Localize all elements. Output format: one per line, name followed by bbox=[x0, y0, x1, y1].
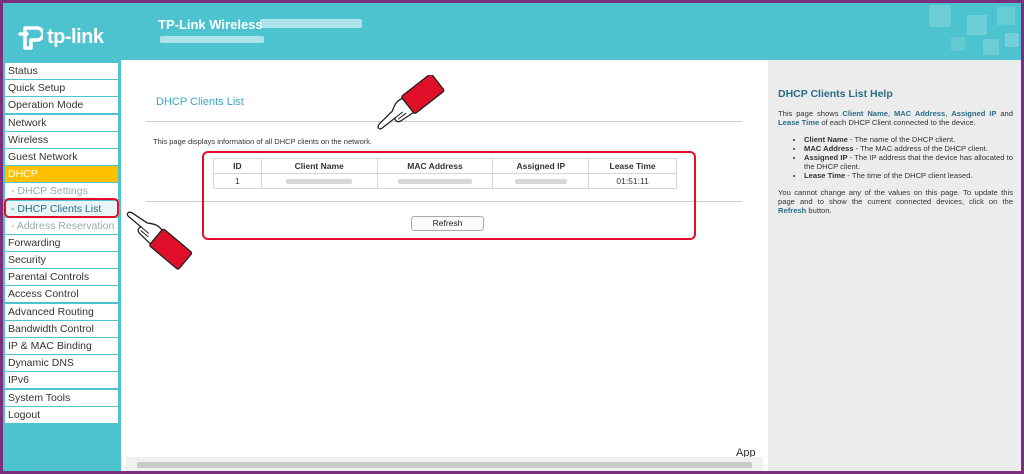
router-admin-window: tp-link TP-Link Wireless Status Quick Se… bbox=[3, 3, 1021, 471]
help-bullet: Assigned IP - The IP address that the de… bbox=[804, 153, 1013, 171]
sidebar-item-quick-setup[interactable]: Quick Setup bbox=[5, 80, 118, 97]
sidebar-item-address-reservation[interactable]: - Address Reservation bbox=[5, 217, 118, 234]
sidebar-item-security[interactable]: Security bbox=[5, 252, 118, 269]
help-term: Assigned IP bbox=[951, 109, 997, 118]
table-highlight bbox=[202, 151, 696, 240]
sidebar-item-dhcp-settings[interactable]: - DHCP Settings bbox=[5, 183, 118, 200]
help-pane: DHCP Clients List Help This page shows C… bbox=[768, 60, 1021, 471]
help-term: Lease Time bbox=[778, 118, 820, 127]
help-intro-text: This page shows bbox=[778, 109, 843, 118]
page-description: This page displays information of all DH… bbox=[153, 137, 373, 146]
help-term: Client Name bbox=[842, 109, 888, 118]
sidebar-item-system-tools[interactable]: System Tools bbox=[5, 389, 118, 406]
help-bullet-text: - The name of the DHCP client. bbox=[847, 135, 956, 144]
help-term: MAC Address bbox=[893, 109, 946, 118]
header-decoration bbox=[929, 5, 1019, 55]
sidebar-item-logout[interactable]: Logout bbox=[5, 406, 118, 423]
help-bullet-term: Client Name bbox=[804, 135, 848, 144]
sidebar-item-dynamic-dns[interactable]: Dynamic DNS bbox=[5, 355, 118, 372]
sidebar-item-forwarding[interactable]: Forwarding bbox=[5, 234, 118, 251]
help-bullet: Client Name - The name of the DHCP clien… bbox=[804, 135, 1013, 144]
sidebar-item-bandwidth-control[interactable]: Bandwidth Control bbox=[5, 320, 118, 337]
sidebar-item-ip-mac-binding[interactable]: IP & MAC Binding bbox=[5, 338, 118, 354]
sidebar-item-guest-network[interactable]: Guest Network bbox=[5, 148, 118, 165]
help-bullet-term: MAC Address bbox=[804, 144, 854, 153]
sidebar-item-advanced-routing[interactable]: Advanced Routing bbox=[5, 303, 118, 320]
header-bar: tp-link TP-Link Wireless bbox=[3, 3, 1021, 60]
redacted-subtitle bbox=[160, 36, 264, 43]
tp-link-logo: tp-link bbox=[17, 22, 117, 52]
horizontal-scrollbar[interactable] bbox=[126, 457, 763, 471]
sidebar-item-ipv6[interactable]: IPv6 bbox=[5, 372, 118, 389]
help-term: Refresh bbox=[778, 206, 807, 215]
help-outro: You cannot change any of the values on t… bbox=[778, 188, 1013, 215]
help-title: DHCP Clients List Help bbox=[778, 88, 893, 100]
clients-list-highlight bbox=[4, 198, 119, 218]
sidebar-item-operation-mode[interactable]: Operation Mode bbox=[5, 97, 118, 114]
help-bullet: MAC Address - The MAC address of the DHC… bbox=[804, 144, 1013, 153]
help-bullet-text: - The time of the DHCP client leased. bbox=[845, 171, 973, 180]
help-outro-text: You cannot change any of the values on t… bbox=[778, 188, 1013, 206]
help-bullet-term: Lease Time bbox=[804, 171, 846, 180]
help-bullet-text: - The MAC address of the DHCP client. bbox=[853, 144, 988, 153]
header-title: TP-Link Wireless bbox=[158, 17, 263, 32]
help-intro-text: of each DHCP Client connected to the dev… bbox=[819, 118, 976, 127]
sidebar-item-access-control[interactable]: Access Control bbox=[5, 286, 118, 303]
pointing-hand-icon bbox=[377, 75, 445, 130]
sidebar-item-status[interactable]: Status bbox=[5, 63, 118, 79]
brand-name: tp-link bbox=[47, 25, 104, 48]
sidebar-item-parental-controls[interactable]: Parental Controls bbox=[5, 269, 118, 286]
page-title: DHCP Clients List bbox=[156, 96, 244, 108]
sidebar-item-wireless[interactable]: Wireless bbox=[5, 131, 118, 148]
sidebar-item-network[interactable]: Network bbox=[5, 114, 118, 131]
sidebar-menu: Status Quick Setup Operation Mode Networ… bbox=[5, 63, 118, 424]
help-outro-text: button. bbox=[806, 206, 832, 215]
sidebar-item-dhcp[interactable]: DHCP bbox=[5, 166, 118, 183]
help-intro-text: and bbox=[996, 109, 1013, 118]
help-bullets: Client Name - The name of the DHCP clien… bbox=[804, 135, 1013, 180]
pointing-hand-icon bbox=[126, 211, 193, 270]
help-bullet-term: Assigned IP bbox=[804, 153, 848, 162]
help-intro: This page shows Client Name, MAC Address… bbox=[778, 109, 1013, 127]
redacted-model bbox=[260, 19, 362, 28]
sidebar: Status Quick Setup Operation Mode Networ… bbox=[3, 60, 121, 471]
scrollbar-thumb[interactable] bbox=[137, 462, 752, 468]
tp-link-logo-icon bbox=[18, 26, 43, 50]
help-bullet: Lease Time - The time of the DHCP client… bbox=[804, 171, 1013, 180]
